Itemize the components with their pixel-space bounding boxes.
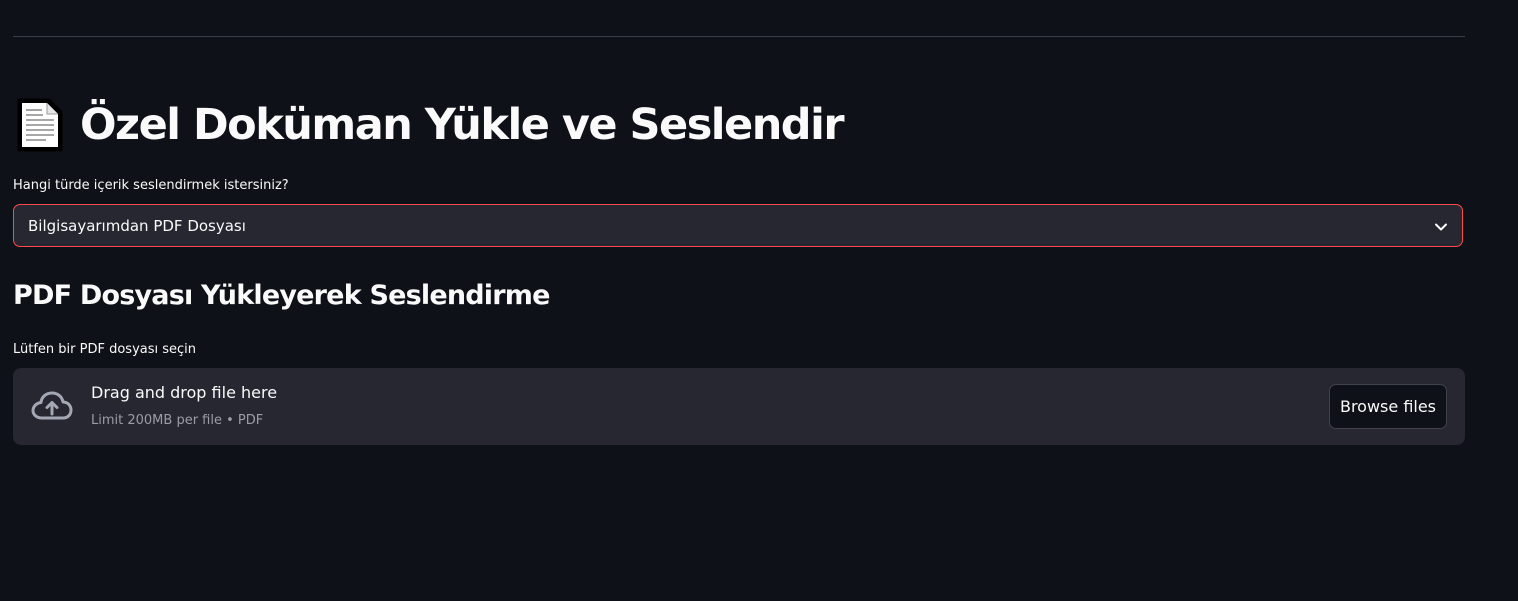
file-dropzone[interactable]: Drag and drop file here Limit 200MB per … <box>13 368 1465 445</box>
uploader-label: Lütfen bir PDF dosyası seçin <box>13 342 197 357</box>
page-facing-up-icon <box>16 97 64 153</box>
app-page: Özel Doküman Yükle ve Seslendir Hangi tü… <box>0 0 1518 601</box>
browse-files-button[interactable]: Browse files <box>1329 384 1447 429</box>
page-title: Özel Doküman Yükle ve Seslendir <box>80 100 845 150</box>
chevron-down-icon <box>1434 219 1448 233</box>
dropzone-limit-text: Limit 200MB per file • PDF <box>91 413 264 428</box>
content-type-label: Hangi türde içerik seslendirmek istersin… <box>13 178 289 193</box>
page-header: Özel Doküman Yükle ve Seslendir <box>16 92 845 158</box>
top-divider <box>13 36 1465 37</box>
content-type-select[interactable]: Bilgisayarımdan PDF Dosyası <box>13 204 1463 247</box>
dropzone-instructions: Drag and drop file here <box>91 383 278 402</box>
cloud-upload-icon <box>31 390 73 422</box>
content-type-selected-value: Bilgisayarımdan PDF Dosyası <box>28 216 246 235</box>
section-title: PDF Dosyası Yükleyerek Seslendirme <box>13 280 550 311</box>
